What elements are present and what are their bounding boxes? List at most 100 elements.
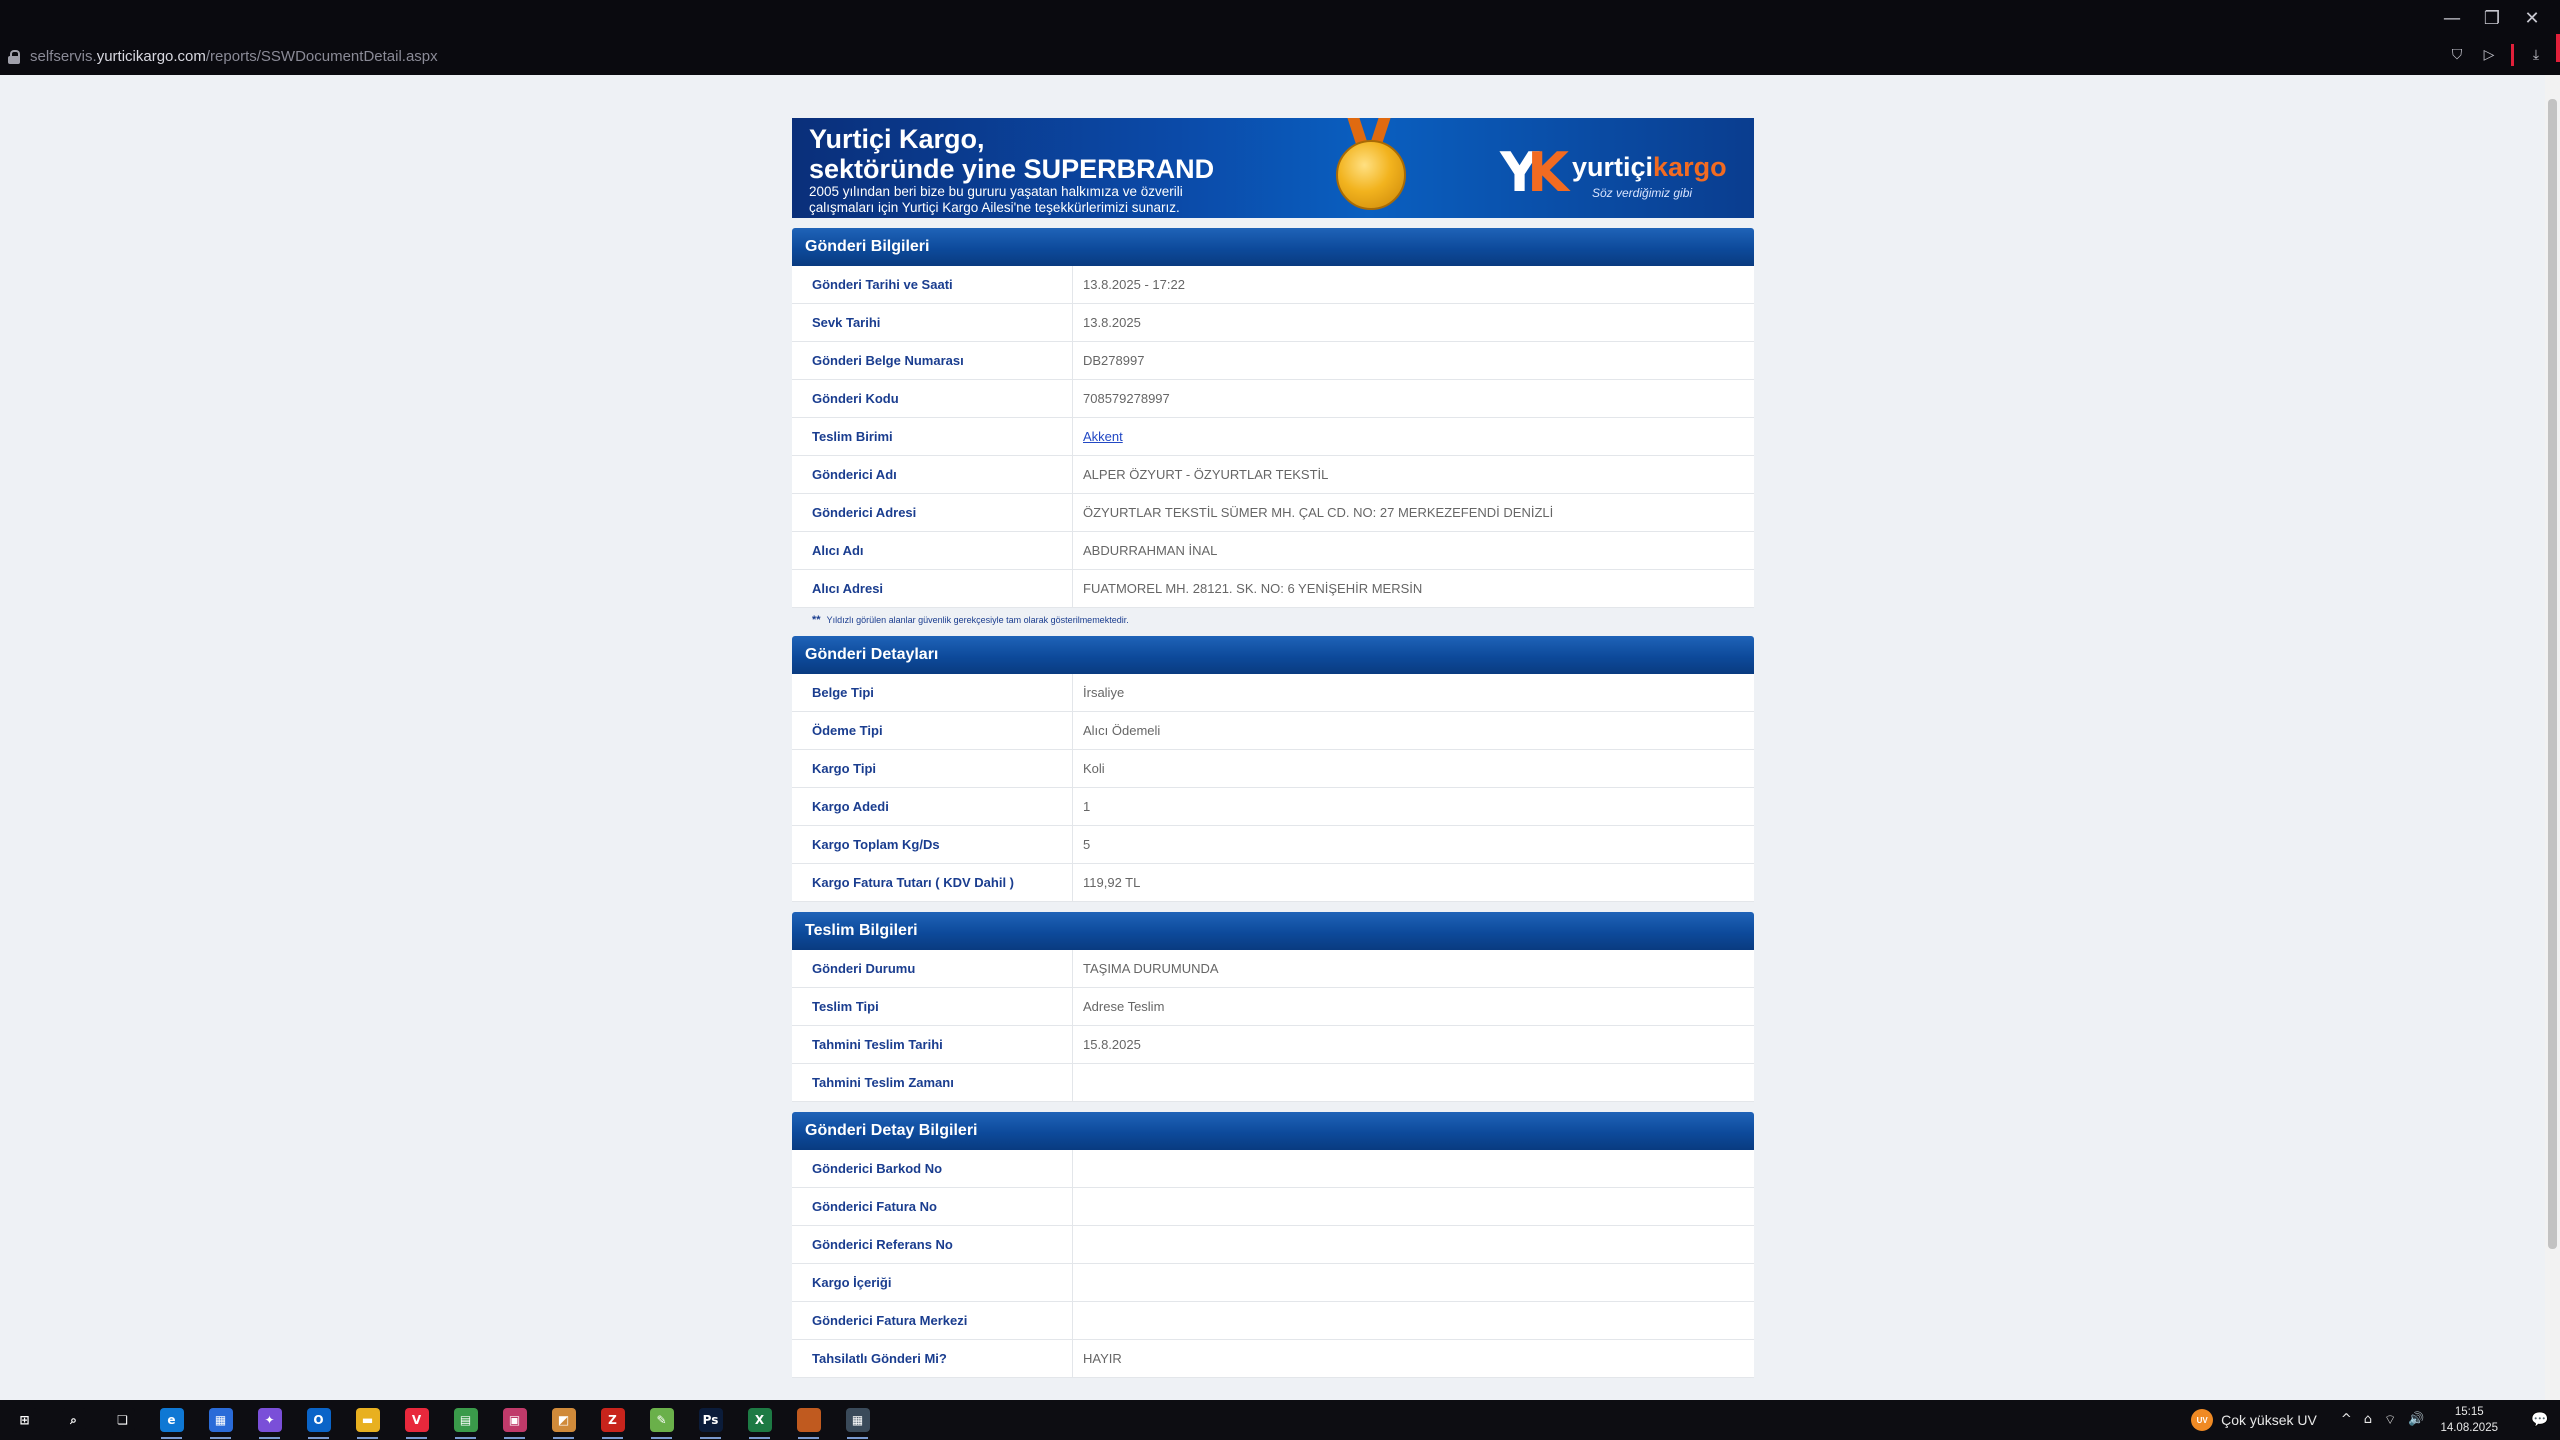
section-title: Gönderi Detayları: [792, 636, 1754, 674]
table-row: Gönderi Tarihi ve Saati 13.8.2025 - 17:22: [792, 266, 1754, 304]
minimize-button[interactable]: —: [2438, 6, 2466, 30]
edge-icon[interactable]: e: [147, 1400, 196, 1440]
wifi-icon[interactable]: ⌔: [2384, 1412, 2396, 1428]
row-value: ALPER ÖZYURT - ÖZYURTLAR TEKSTİL: [1072, 455, 1754, 494]
row-value: 13.8.2025: [1072, 303, 1754, 342]
row-label: Gönderi Durumu: [792, 950, 1073, 988]
table-row: Tahmini Teslim Tarihi 15.8.2025: [792, 1025, 1754, 1064]
row-value: FUATMOREL MH. 28121. SK. NO: 6 YENİŞEHİR…: [1072, 569, 1754, 608]
clock-date: 14.08.2025: [2440, 1422, 2498, 1434]
row-label: Gönderi Kodu: [792, 379, 1073, 418]
address-bar[interactable]: selfservis.yurticikargo.com/reports/SSWD…: [8, 44, 438, 68]
window-edge-accent: [2556, 34, 2560, 62]
row-label: Gönderici Barkod No: [792, 1150, 1073, 1188]
photoshop-icon[interactable]: Ps: [686, 1400, 735, 1440]
table-row: Alıcı Adı ABDURRAHMAN İNAL: [792, 531, 1754, 570]
browser-chrome: — ❐ ✕ selfservis.yurticikargo.com/report…: [0, 0, 2560, 75]
url-text[interactable]: selfservis.yurticikargo.com/reports/SSWD…: [30, 48, 438, 65]
network-icon[interactable]: ⌂: [2364, 1412, 2372, 1428]
row-label: Kargo Fatura Tutarı ( KDV Dahil ): [792, 863, 1073, 902]
window-controls: — ❐ ✕: [2438, 6, 2546, 30]
row-label: Gönderi Tarihi ve Saati: [792, 266, 1073, 304]
row-label: Ödeme Tipi: [792, 711, 1073, 750]
section-gonderi-detay-bilgileri: Gönderi Detay Bilgileri Gönderici Barkod…: [792, 1112, 1754, 1378]
start-icon[interactable]: ⊞: [0, 1400, 49, 1440]
row-label: Tahmini Teslim Zamanı: [792, 1063, 1073, 1102]
section-title: Gönderi Bilgileri: [792, 228, 1754, 266]
volume-icon[interactable]: 🔊: [2408, 1412, 2424, 1428]
row-label: Gönderici Referans No: [792, 1225, 1073, 1264]
row-value: [1072, 1225, 1754, 1264]
copilot-icon[interactable]: ✦: [245, 1400, 294, 1440]
page-scrollbar[interactable]: [2545, 75, 2560, 1400]
row-value: ABDURRAHMAN İNAL: [1072, 531, 1754, 570]
table-row: Gönderici Adı ALPER ÖZYURT - ÖZYURTLAR TE…: [792, 455, 1754, 494]
store-icon[interactable]: ▦: [196, 1400, 245, 1440]
table-row: Tahsilatlı Gönderi Mi? HAYIR: [792, 1339, 1754, 1378]
row-value: DB278997: [1072, 341, 1754, 380]
clock[interactable]: 15:15 14.08.2025: [2440, 1404, 2498, 1436]
medal-icon: [1332, 118, 1408, 218]
weather-widget[interactable]: UV Çok yüksek UV: [2191, 1409, 2317, 1431]
document-detail: Yurtiçi Kargo, sektöründe yine SUPERBRAN…: [792, 118, 1754, 1378]
taskbar-apps: ⊞ ⌕ ❏ e ▦ ✦ O ▬ V ▤ ▣ ◩ Z ✎ Ps X ▦: [0, 1400, 882, 1440]
table-row: Kargo Fatura Tutarı ( KDV Dahil ) 119,92 …: [792, 863, 1754, 902]
notes-app-icon[interactable]: ▤: [441, 1400, 490, 1440]
section-gonderi-detaylari: Gönderi Detayları Belge Tipi İrsaliye Öde…: [792, 636, 1754, 902]
row-label: Teslim Birimi: [792, 417, 1073, 456]
outlook-icon[interactable]: O: [294, 1400, 343, 1440]
show-hidden-icons-icon[interactable]: ^: [2341, 1412, 2352, 1428]
notification-icon[interactable]: 💬: [2520, 1400, 2560, 1440]
vivaldi-icon[interactable]: V: [392, 1400, 441, 1440]
table-row: Gönderi Kodu 708579278997: [792, 379, 1754, 418]
clock-time: 15:15: [2454, 1406, 2484, 1418]
table-row: Kargo Adedi 1: [792, 787, 1754, 826]
photos-app-icon[interactable]: ◩: [539, 1400, 588, 1440]
row-value: Adrese Teslim: [1072, 987, 1754, 1026]
table-row: Gönderi Durumu TAŞIMA DURUMUNDA: [792, 950, 1754, 988]
row-label: Alıcı Adresi: [792, 569, 1073, 608]
banner-title: Yurtiçi Kargo, sektöründe yine SUPERBRAN…: [809, 124, 1215, 184]
windows-taskbar: ⊞ ⌕ ❏ e ▦ ✦ O ▬ V ▤ ▣ ◩ Z ✎ Ps X ▦ UV Çok yüksek UV ^ ⌂ …: [0, 1400, 2560, 1440]
play-icon[interactable]: ▷: [2479, 45, 2499, 65]
search-icon[interactable]: ⌕: [49, 1400, 98, 1440]
row-value: [1072, 1301, 1754, 1340]
excel-icon[interactable]: X: [735, 1400, 784, 1440]
row-value: ÖZYURTLAR TEKSTİL SÜMER MH. ÇAL CD. NO: …: [1072, 493, 1754, 532]
row-value: 708579278997: [1072, 379, 1754, 418]
table-row: Ödeme Tipi Alıcı Ödemeli: [792, 711, 1754, 750]
row-value: 15.8.2025: [1072, 1025, 1754, 1064]
file-explorer-icon[interactable]: ▬: [343, 1400, 392, 1440]
accent-divider: [2511, 44, 2514, 66]
row-label: Gönderici Fatura No: [792, 1187, 1073, 1226]
row-label: Teslim Tipi: [792, 987, 1073, 1026]
teslim-birimi-link[interactable]: Akkent: [1083, 429, 1123, 444]
row-value: İrsaliye: [1072, 674, 1754, 712]
close-button[interactable]: ✕: [2518, 6, 2546, 30]
download-icon[interactable]: ⤓: [2526, 45, 2546, 65]
superbrand-banner: Yurtiçi Kargo, sektöründe yine SUPERBRAN…: [792, 118, 1754, 218]
filezilla-icon[interactable]: Z: [588, 1400, 637, 1440]
task-view-icon[interactable]: ❏: [98, 1400, 147, 1440]
row-label: Belge Tipi: [792, 674, 1073, 712]
table-row: Kargo İçeriği: [792, 1263, 1754, 1302]
row-value: [1072, 1263, 1754, 1302]
restore-button[interactable]: ❐: [2478, 6, 2506, 30]
calendar-app-icon[interactable]: ▣: [490, 1400, 539, 1440]
extension-icon[interactable]: ⛉: [2447, 45, 2467, 65]
row-label: Gönderici Adı: [792, 455, 1073, 494]
calculator-icon[interactable]: ▦: [833, 1400, 882, 1440]
detail-table: Gönderi Durumu TAŞIMA DURUMUNDA Teslim Ti…: [792, 950, 1754, 1102]
detail-table: Gönderi Tarihi ve Saati 13.8.2025 - 17:22…: [792, 266, 1754, 608]
section-title: Teslim Bilgileri: [792, 912, 1754, 950]
active-window-icon[interactable]: [784, 1400, 833, 1440]
table-row: Belge Tipi İrsaliye: [792, 674, 1754, 712]
notepadpp-icon[interactable]: ✎: [637, 1400, 686, 1440]
table-row: Teslim Birimi Akkent: [792, 417, 1754, 456]
row-value: 5: [1072, 825, 1754, 864]
row-value: [1072, 1187, 1754, 1226]
scrollbar-thumb[interactable]: [2548, 99, 2557, 1249]
row-label: Kargo Tipi: [792, 749, 1073, 788]
yk-logo-icon: YK: [1500, 141, 1569, 204]
row-label: Tahsilatlı Gönderi Mi?: [792, 1339, 1073, 1378]
